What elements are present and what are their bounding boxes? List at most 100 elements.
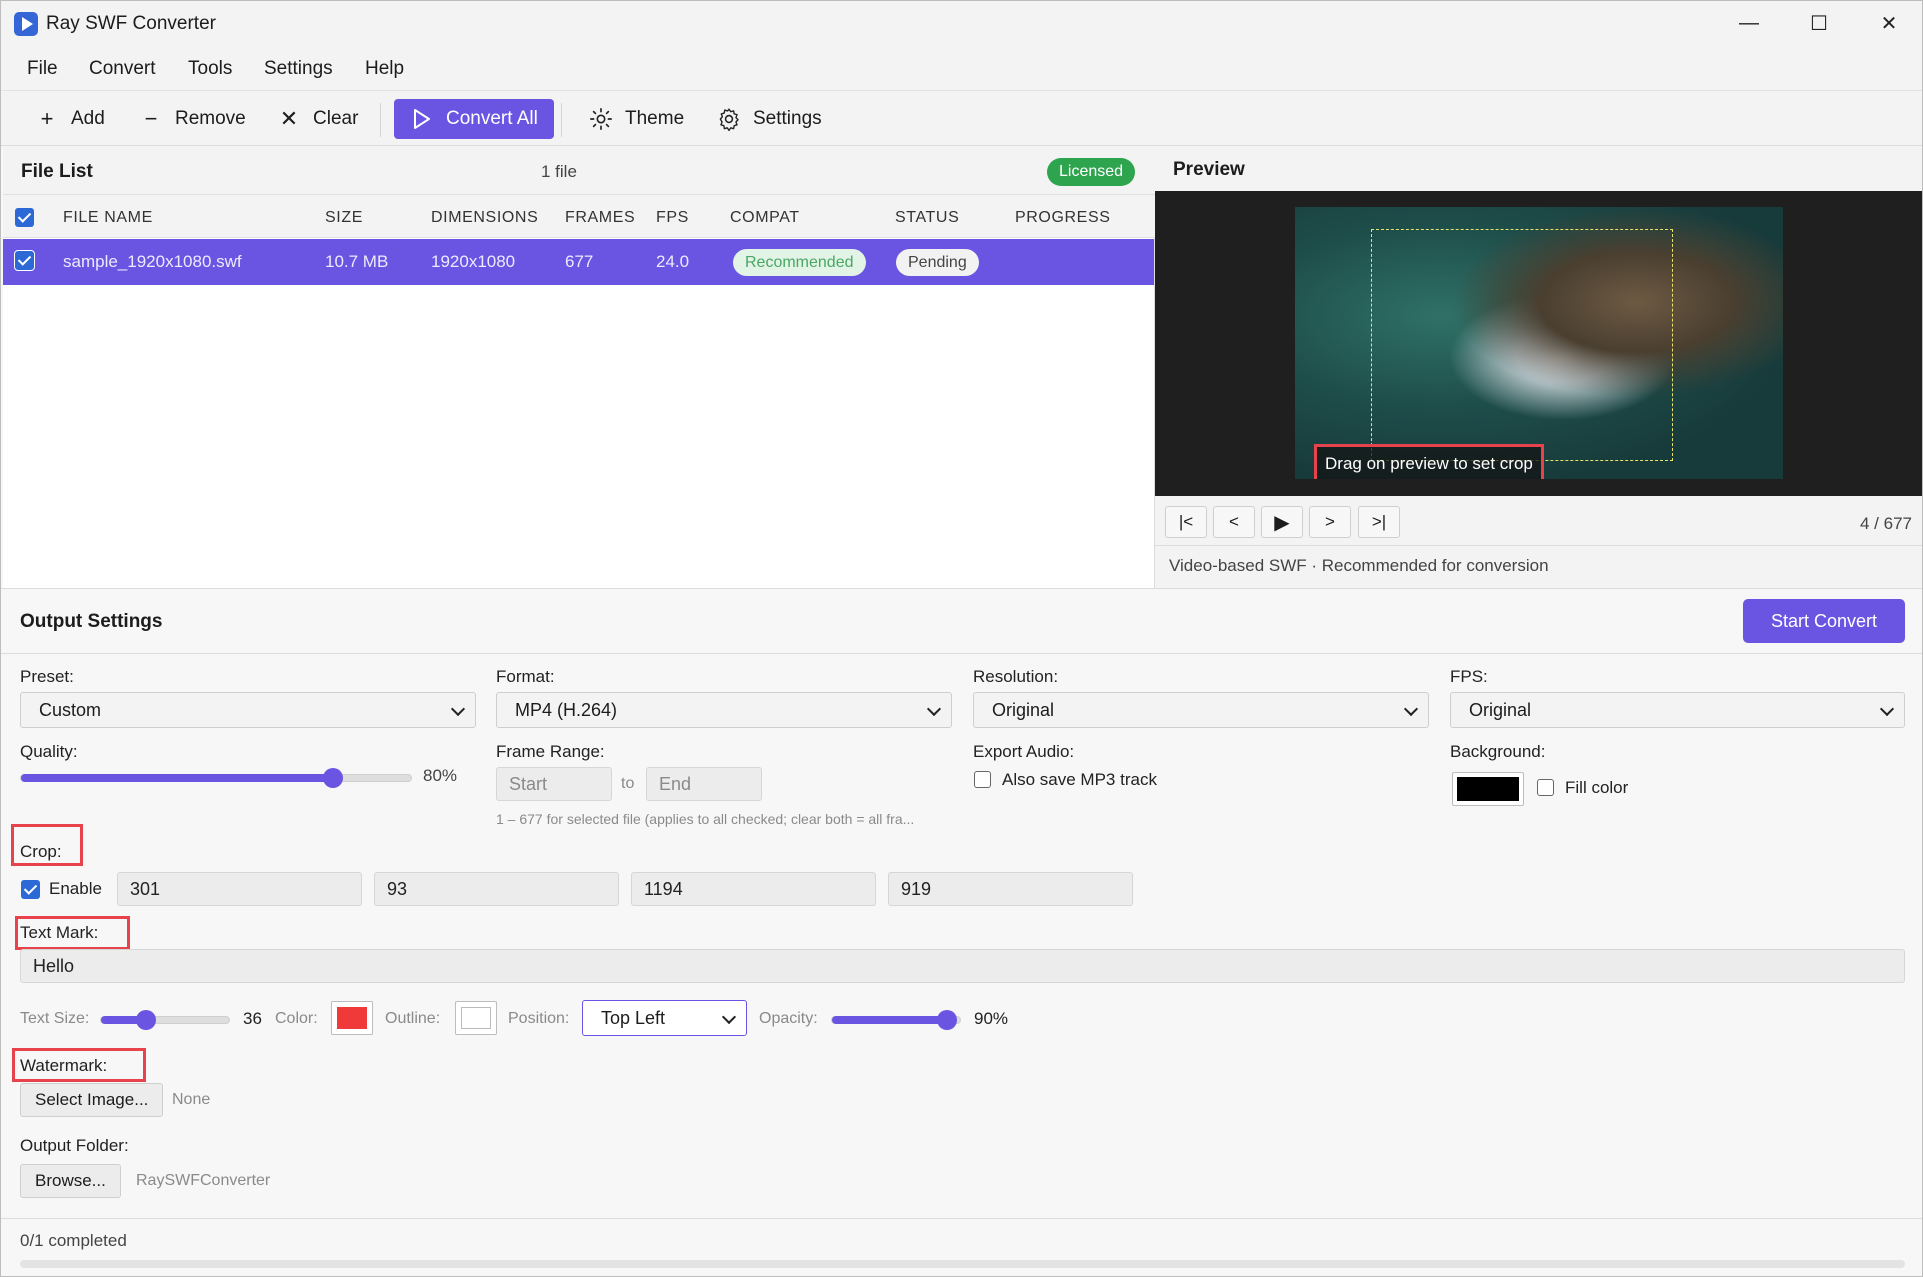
table-header: FILE NAME SIZE DIMENSIONS FRAMES FPS COM… (3, 194, 1155, 238)
file-list-panel: File List 1 file Licensed FILE NAME SIZE… (3, 146, 1155, 588)
export-mp3-checkbox[interactable] (974, 771, 991, 788)
quality-slider[interactable] (20, 768, 412, 788)
crop-x-input[interactable]: 301 (117, 872, 362, 906)
text-mark-input[interactable]: Hello (20, 949, 1905, 983)
text-mark-label: Text Mark: (20, 923, 99, 942)
text-size-label: Text Size: (20, 1010, 90, 1027)
crop-y-input[interactable]: 93 (374, 872, 619, 906)
table-row[interactable]: sample_1920x1080.swf 10.7 MB 1920x1080 6… (3, 239, 1154, 285)
position-select[interactable]: Top Left (582, 1000, 747, 1036)
menu-settings[interactable]: Settings (264, 58, 333, 80)
column-file-name[interactable]: FILE NAME (63, 209, 153, 227)
status-badge: Pending (896, 249, 979, 276)
file-list-title: File List (21, 161, 93, 182)
quality-slider-fill (21, 774, 333, 782)
crop-rectangle[interactable] (1371, 229, 1673, 461)
column-status[interactable]: STATUS (895, 209, 959, 227)
crop-height-input[interactable]: 919 (888, 872, 1133, 906)
file-list-header: File List 1 file Licensed (3, 146, 1155, 196)
next-frame-button[interactable]: > (1309, 506, 1351, 538)
remove-button[interactable]: − Remove (131, 99, 254, 139)
overall-progress-bar (20, 1260, 1905, 1268)
maximize-button[interactable]: ☐ (1784, 1, 1854, 46)
opacity-slider[interactable] (831, 1010, 961, 1030)
crop-width-input[interactable]: 1194 (631, 872, 876, 906)
divider (1, 653, 1922, 654)
app-logo-icon (14, 12, 38, 36)
resolution-select[interactable]: Original (973, 692, 1429, 728)
gear-icon (717, 107, 741, 132)
browse-button[interactable]: Browse... (20, 1164, 121, 1198)
preview-title: Preview (1173, 159, 1245, 180)
text-color-swatch[interactable] (331, 1001, 373, 1035)
fill-color-label: Fill color (1565, 778, 1629, 797)
chevron-down-icon (1879, 701, 1895, 717)
frame-end-input[interactable]: End (646, 767, 762, 801)
preview-stage[interactable]: Drag on preview to set crop (1155, 191, 1922, 496)
background-color-swatch[interactable] (1452, 772, 1524, 806)
output-settings-panel: Output Settings Start Convert Preset: Cu… (1, 588, 1922, 1218)
menu-tools[interactable]: Tools (188, 58, 232, 80)
menu-help[interactable]: Help (365, 58, 404, 80)
opacity-slider-handle[interactable] (937, 1010, 958, 1030)
select-all-checkbox[interactable] (15, 208, 34, 227)
opacity-value: 90% (974, 1009, 1009, 1028)
watermark-label: Watermark: (20, 1056, 108, 1075)
theme-button[interactable]: Theme (581, 99, 692, 139)
convert-all-button[interactable]: Convert All (394, 99, 554, 139)
format-select[interactable]: MP4 (H.264) (496, 692, 952, 728)
text-size-value: 36 (243, 1009, 262, 1028)
close-button[interactable]: ✕ (1854, 1, 1923, 46)
plus-icon: + (40, 106, 54, 131)
play-button[interactable]: ▶ (1261, 506, 1303, 538)
sun-icon (589, 107, 613, 131)
text-size-slider-handle[interactable] (135, 1010, 156, 1030)
fill-color-checkbox[interactable] (1537, 779, 1554, 796)
select-image-button[interactable]: Select Image... (20, 1083, 164, 1117)
output-folder-value: RaySWFConverter (136, 1172, 271, 1189)
crop-enable-checkbox[interactable] (21, 880, 40, 899)
frame-range-to: to (621, 775, 635, 792)
prev-frame-button[interactable]: < (1213, 506, 1255, 538)
frame-range-label: Frame Range: (496, 742, 605, 761)
menu-file[interactable]: File (27, 58, 58, 80)
column-progress[interactable]: PROGRESS (1015, 209, 1111, 227)
export-audio-label: Export Audio: (973, 742, 1075, 761)
menu-convert[interactable]: Convert (89, 58, 156, 80)
clear-button[interactable]: ✕ Clear (269, 99, 366, 139)
fps-label: FPS: (1450, 667, 1488, 686)
column-fps[interactable]: FPS (656, 209, 689, 227)
chevron-down-icon (926, 701, 942, 717)
settings-button[interactable]: Settings (709, 99, 830, 139)
toolbar: + Add − Remove ✕ Clear Convert All Theme (1, 90, 1922, 146)
text-size-slider[interactable] (100, 1010, 230, 1030)
column-dimensions[interactable]: DIMENSIONS (431, 209, 538, 227)
remove-label: Remove (175, 108, 246, 129)
last-frame-button[interactable]: >| (1358, 506, 1400, 538)
format-label: Format: (496, 667, 555, 686)
quality-slider-handle[interactable] (323, 768, 343, 788)
preset-select[interactable]: Custom (20, 692, 476, 728)
row-checkbox[interactable] (14, 250, 35, 271)
preview-image[interactable]: Drag on preview to set crop (1295, 207, 1783, 479)
fps-value: Original (1469, 700, 1532, 720)
column-size[interactable]: SIZE (325, 209, 363, 227)
frame-start-input[interactable]: Start (496, 767, 612, 801)
preview-info: Video-based SWF · Recommended for conver… (1169, 556, 1549, 575)
completed-status: 0/1 completed (20, 1231, 127, 1250)
add-button[interactable]: + Add (27, 99, 113, 139)
column-frames[interactable]: FRAMES (565, 209, 635, 227)
frame-counter: 4 / 677 (1860, 514, 1912, 533)
cell-dimensions: 1920x1080 (431, 252, 516, 271)
start-convert-button[interactable]: Start Convert (1743, 599, 1905, 643)
format-value: MP4 (H.264) (515, 700, 618, 720)
background-label: Background: (1450, 742, 1546, 761)
position-label: Position: (508, 1010, 570, 1027)
fps-select[interactable]: Original (1450, 692, 1905, 728)
outline-color-swatch[interactable] (455, 1001, 497, 1035)
licensed-badge: Licensed (1047, 158, 1136, 186)
first-frame-button[interactable]: |< (1165, 506, 1207, 538)
column-compat[interactable]: COMPAT (730, 209, 800, 227)
output-settings-title: Output Settings (20, 611, 163, 632)
minimize-button[interactable]: — (1714, 1, 1784, 46)
